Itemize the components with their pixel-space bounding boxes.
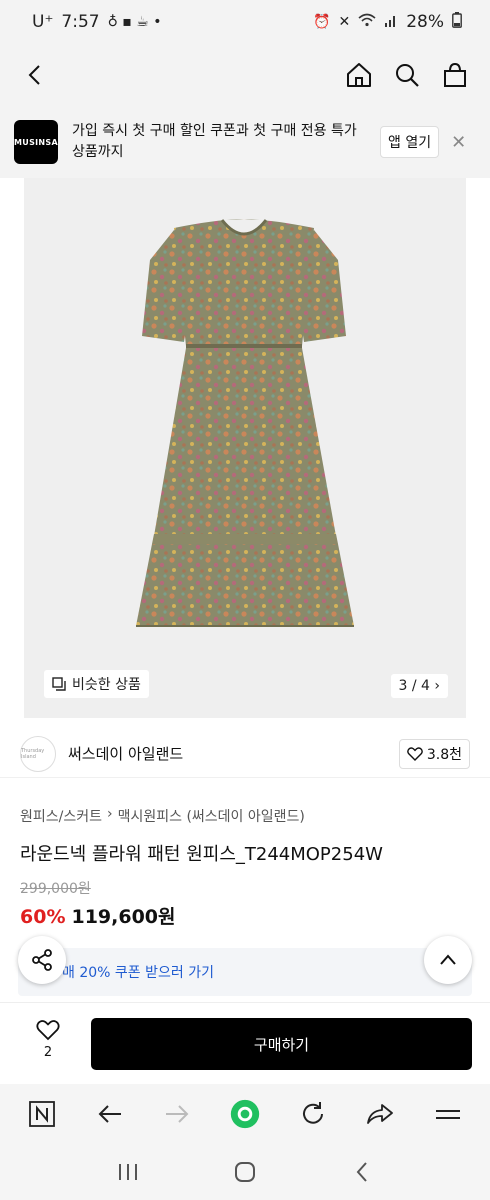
browser-menu-button[interactable] — [433, 1099, 463, 1129]
chevron-up-icon — [440, 954, 456, 965]
purchase-bar: 2 구매하기 — [0, 1002, 490, 1084]
share-arrow-icon — [367, 1104, 394, 1124]
sale-price: 119,600원 — [71, 906, 176, 928]
copy-icon — [52, 677, 66, 691]
notification-icons: ♁ ▪ ☕ • — [107, 14, 162, 30]
browser-share-button[interactable] — [365, 1099, 395, 1129]
browser-forward-button[interactable] — [162, 1099, 192, 1129]
heart-icon — [406, 746, 423, 761]
reload-icon — [302, 1102, 323, 1124]
heart-icon — [36, 1020, 60, 1041]
home-button[interactable] — [344, 60, 374, 90]
home-circle-icon — [234, 1162, 255, 1182]
browser-home-button[interactable] — [230, 1099, 260, 1129]
carrier-label: U⁺ — [32, 12, 54, 32]
wishlist-count: 2 — [43, 1045, 53, 1060]
share-icon — [32, 949, 52, 971]
similar-products-button[interactable]: 비슷한 상품 — [44, 670, 149, 698]
recents-icon — [119, 1164, 138, 1180]
brand-name[interactable]: 써스데이 아일랜드 — [68, 743, 399, 764]
recents-button[interactable] — [113, 1157, 143, 1187]
scroll-top-button[interactable] — [424, 936, 472, 984]
wishlist-button[interactable]: 2 — [26, 1019, 70, 1060]
system-navigation — [0, 1144, 490, 1200]
cart-button[interactable] — [440, 60, 470, 90]
product-image[interactable]: 비슷한 상품 3 / 4 › — [24, 178, 466, 718]
chevron-right-icon: › — [434, 678, 440, 694]
brand-row[interactable]: Thursday Island 써스데이 아일랜드 3.8천 — [0, 730, 490, 778]
dress-image — [136, 219, 354, 627]
chevron-left-icon — [28, 65, 40, 85]
nav-actions — [344, 60, 470, 90]
search-button[interactable] — [392, 60, 422, 90]
product-title: 라운드넥 플라워 패턴 원피스_T244MOP254W — [20, 844, 383, 865]
promo-message: 가입 즉시 첫 구매 할인 쿠폰과 첫 구매 전용 특가 상품까지 — [72, 123, 357, 160]
similar-products-label: 비슷한 상품 — [72, 677, 141, 693]
naver-button[interactable] — [27, 1099, 57, 1129]
product-gallery[interactable]: 비슷한 상품 3 / 4 › — [0, 178, 490, 718]
brand-like-button[interactable]: 3.8천 — [398, 738, 470, 769]
breadcrumb: 원피스/스커트 › 맥시원피스 (써스데이 아일랜드) — [20, 806, 305, 826]
status-left: U⁺ 7:57 ♁ ▪ ☕ • — [32, 12, 162, 32]
mute-icon: ✕ — [338, 14, 351, 30]
browser-back-button[interactable] — [95, 1099, 125, 1129]
share-button[interactable] — [18, 936, 66, 984]
status-right: ⏰ ✕ 28% — [313, 11, 462, 33]
naver-icon — [28, 1101, 55, 1127]
system-back-button[interactable] — [347, 1157, 377, 1187]
battery-icon — [452, 11, 462, 33]
app-promo-banner: MUSINSA 가입 즉시 첫 구매 할인 쿠폰과 첫 구매 전용 특가 상품까… — [0, 106, 490, 178]
shopping-bag-icon — [444, 62, 466, 87]
original-price: 299,000원 — [20, 881, 91, 897]
arrow-left-icon — [98, 1105, 121, 1123]
breadcrumb-separator: › — [107, 806, 113, 822]
top-nav — [0, 44, 490, 106]
coupon-bar[interactable]: 매 20% 쿠폰 받으러 가기 — [18, 948, 472, 996]
browser-toolbar — [0, 1084, 490, 1144]
back-button[interactable] — [20, 60, 50, 90]
status-bar: U⁺ 7:57 ♁ ▪ ☕ • ⏰ ✕ 28% — [0, 0, 490, 44]
open-app-button[interactable]: 앱 열기 — [380, 126, 440, 158]
alarm-icon: ⏰ — [313, 14, 331, 30]
discount-rate: 60% — [20, 906, 66, 928]
brand-logo: Thursday Island — [20, 735, 56, 772]
close-icon: ✕ — [451, 131, 467, 153]
price-row: 60% 119,600원 — [20, 902, 176, 929]
musinsa-logo: MUSINSA — [14, 120, 58, 164]
home-icon — [347, 63, 371, 87]
system-home-button[interactable] — [230, 1157, 260, 1187]
search-icon — [396, 64, 419, 87]
chevron-left-icon — [356, 1162, 367, 1182]
green-dot-icon — [230, 1099, 260, 1129]
brand-like-count: 3.8천 — [426, 746, 462, 763]
close-promo-button[interactable]: ✕ — [451, 132, 466, 153]
reload-button[interactable] — [298, 1099, 328, 1129]
image-counter-label: 3 / 4 — [398, 678, 430, 694]
wifi-icon — [358, 13, 376, 31]
coupon-label: 매 20% 쿠폰 받으러 가기 — [62, 965, 214, 981]
image-counter: 3 / 4 › — [390, 674, 448, 698]
clock: 7:57 — [61, 12, 100, 32]
battery-label: 28% — [406, 12, 444, 32]
menu-icon — [436, 1110, 461, 1119]
buy-button[interactable]: 구매하기 — [91, 1018, 472, 1070]
signal-icon — [384, 13, 398, 31]
arrow-right-icon — [166, 1105, 189, 1123]
breadcrumb-category[interactable]: 원피스/스커트 — [20, 806, 102, 826]
breadcrumb-subcategory[interactable]: 맥시원피스 (써스데이 아일랜드) — [118, 806, 305, 826]
